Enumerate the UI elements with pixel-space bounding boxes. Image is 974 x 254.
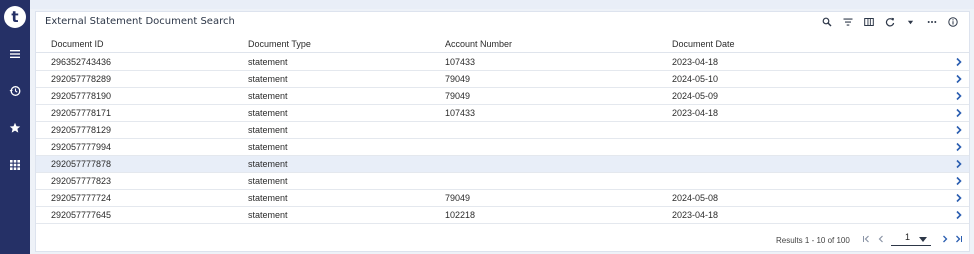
left-nav-rail: t (0, 0, 30, 254)
cell-document-type: statement (248, 176, 288, 186)
pagination-footer: Results 1 - 10 of 100 1 (36, 227, 969, 251)
cell-document-date: 2023-04-18 (672, 57, 719, 67)
panel-title: External Statement Document Search (45, 16, 235, 27)
cell-document-type: statement (248, 91, 288, 101)
cell-document-id: 292057777878 (51, 159, 112, 169)
app-logo[interactable]: t (4, 6, 26, 28)
cell-document-type: statement (248, 193, 288, 203)
apps-icon[interactable] (7, 157, 23, 173)
table-header: Document ID Document Type Account Number… (36, 35, 969, 53)
cell-document-date: 2024-05-10 (672, 74, 719, 84)
history-icon[interactable] (7, 83, 23, 99)
cell-document-id: 292057778190 (51, 91, 112, 101)
cell-document-id: 296352743436 (51, 57, 112, 67)
cell-document-type: statement (248, 210, 288, 220)
cell-account-number: 79049 (445, 193, 471, 203)
last-page-icon[interactable] (954, 234, 964, 244)
column-header-document-date[interactable]: Document Date (672, 39, 735, 49)
filter-icon[interactable] (837, 15, 858, 29)
cell-document-type: statement (248, 142, 288, 152)
refresh-icon[interactable] (879, 15, 900, 29)
panel-toolbar (816, 15, 963, 29)
chevron-right-icon[interactable] (954, 142, 964, 152)
table-row[interactable]: 292057777994 statement (36, 139, 969, 156)
chevron-right-icon[interactable] (954, 193, 964, 203)
first-page-icon[interactable] (861, 234, 871, 244)
cell-document-id: 292057778289 (51, 74, 112, 84)
table-row[interactable]: 292057777724 statement 79049 2024-05-08 (36, 190, 969, 207)
chevron-right-icon[interactable] (954, 159, 964, 169)
chevron-right-icon[interactable] (954, 74, 964, 84)
cell-document-type: statement (248, 125, 288, 135)
cell-document-type: statement (248, 57, 288, 67)
cell-document-date: 2024-05-09 (672, 91, 719, 101)
cell-document-type: statement (248, 108, 288, 118)
chevron-right-icon[interactable] (954, 125, 964, 135)
table-row[interactable]: 292057778129 statement (36, 122, 969, 139)
table-row[interactable]: 292057777878 statement (36, 156, 969, 173)
table-row[interactable]: 292057778190 statement 79049 2024-05-09 (36, 88, 969, 105)
cell-document-date: 2024-05-08 (672, 193, 719, 203)
table-row[interactable]: 292057777645 statement 102218 2023-04-18 (36, 207, 969, 224)
cell-document-id: 292057777994 (51, 142, 112, 152)
cell-document-id: 292057778171 (51, 108, 112, 118)
table-row[interactable]: 292057777823 statement (36, 173, 969, 190)
cell-account-number: 79049 (445, 74, 471, 84)
info-icon[interactable] (942, 15, 963, 29)
cell-document-id: 292057777645 (51, 210, 112, 220)
cell-document-date: 2023-04-18 (672, 108, 719, 118)
cell-account-number: 79049 (445, 91, 471, 101)
cell-account-number: 107433 (445, 108, 476, 118)
more-icon[interactable] (921, 15, 942, 29)
chevron-right-icon[interactable] (954, 57, 964, 67)
cell-document-id: 292057778129 (51, 125, 112, 135)
chevron-down-icon (919, 237, 927, 242)
results-count: Results 1 - 10 of 100 (776, 236, 850, 245)
cell-document-id: 292057777724 (51, 193, 112, 203)
caret-down-icon[interactable] (900, 15, 921, 29)
cell-document-id: 292057777823 (51, 176, 112, 186)
columns-icon[interactable] (858, 15, 879, 29)
next-page-icon[interactable] (940, 234, 950, 244)
document-search-panel: External Statement Document Search Docum… (35, 11, 970, 252)
column-header-account-number[interactable]: Account Number (445, 39, 512, 49)
menu-icon[interactable] (7, 46, 23, 62)
table-row[interactable]: 296352743436 statement 107433 2023-04-18 (36, 54, 969, 71)
star-icon[interactable] (7, 120, 23, 136)
chevron-right-icon[interactable] (954, 91, 964, 101)
cell-document-type: statement (248, 74, 288, 84)
previous-page-icon[interactable] (876, 234, 886, 244)
column-header-document-id[interactable]: Document ID (51, 39, 104, 49)
chevron-right-icon[interactable] (954, 210, 964, 220)
page-select[interactable]: 1 (891, 231, 931, 246)
chevron-right-icon[interactable] (954, 108, 964, 118)
top-strip (30, 0, 974, 9)
chevron-right-icon[interactable] (954, 176, 964, 186)
cell-document-date: 2023-04-18 (672, 210, 719, 220)
table-row[interactable]: 292057778171 statement 107433 2023-04-18 (36, 105, 969, 122)
column-header-document-type[interactable]: Document Type (248, 39, 311, 49)
table-row[interactable]: 292057778289 statement 79049 2024-05-10 (36, 71, 969, 88)
cell-account-number: 102218 (445, 210, 476, 220)
cell-document-type: statement (248, 159, 288, 169)
search-icon[interactable] (816, 15, 837, 29)
page-select-value: 1 (905, 232, 911, 242)
cell-account-number: 107433 (445, 57, 476, 67)
